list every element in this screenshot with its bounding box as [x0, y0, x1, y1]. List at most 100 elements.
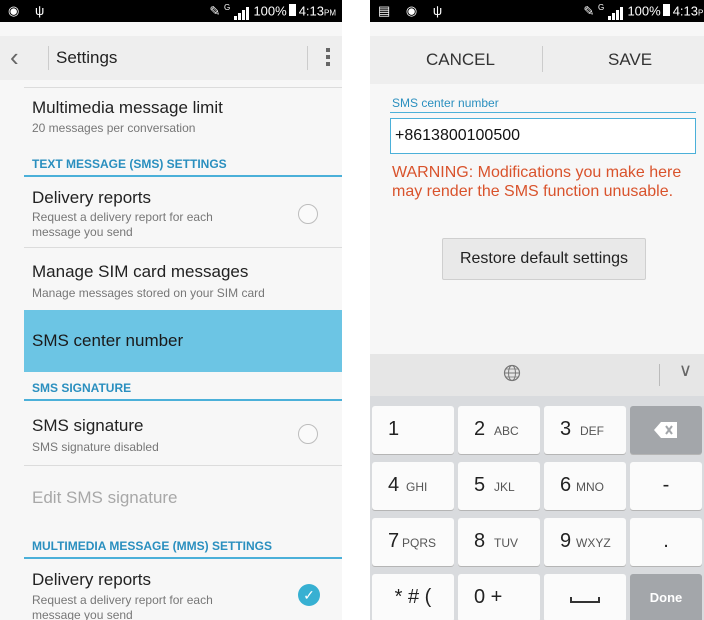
- battery-percent: 100%: [627, 3, 661, 19]
- section-divider: [24, 399, 342, 401]
- back-arrow-icon[interactable]: ‹: [10, 42, 19, 73]
- setting-title: Manage SIM card messages: [32, 262, 249, 281]
- key-1[interactable]: 1: [372, 406, 454, 454]
- field-underline: [390, 112, 696, 113]
- notification-icons: ◉ ψ: [8, 3, 51, 18]
- section-divider: [24, 557, 342, 559]
- key-letters: TUV: [494, 536, 518, 550]
- key-9[interactable]: 9 WXYZ: [544, 518, 626, 566]
- key-number: 2: [474, 418, 486, 440]
- vibrate-icon: ✎: [583, 3, 595, 19]
- signal-icon: [233, 5, 250, 21]
- space-key[interactable]: [544, 574, 626, 620]
- settings-screen: ◉ ψ ✎ G 100% 4:13PM ‹ Settings Multimedia…: [0, 0, 342, 620]
- key-minus[interactable]: -: [630, 462, 702, 510]
- section-header-mms: MULTIMEDIA MESSAGE (MMS) SETTINGS: [32, 539, 272, 553]
- key-number: 9: [560, 530, 572, 552]
- checkmark-icon[interactable]: ✓: [298, 584, 320, 606]
- signal-icon: [607, 5, 624, 21]
- globe-icon[interactable]: [503, 364, 521, 382]
- key-4[interactable]: 4 GHI: [372, 462, 454, 510]
- key-6[interactable]: 6 MNO: [544, 462, 626, 510]
- key-8[interactable]: 8 TUV: [458, 518, 540, 566]
- key-3[interactable]: 3 DEF: [544, 406, 626, 454]
- key-symbols[interactable]: * # (: [372, 574, 454, 620]
- section-header-signature: SMS SIGNATURE: [32, 381, 132, 395]
- setting-title: Delivery reports: [32, 188, 152, 207]
- key-symbol: -: [662, 474, 670, 496]
- key-number: 8: [474, 530, 486, 552]
- vibrate-icon: ✎: [209, 3, 221, 19]
- key-letters: WXYZ: [576, 536, 611, 550]
- key-letters: PQRS: [402, 536, 437, 550]
- battery-icon: [662, 4, 670, 17]
- key-letters: ABC: [494, 424, 519, 438]
- setting-title: Multimedia message limit: [32, 98, 223, 117]
- setting-manage-sim[interactable]: Manage SIM card messages Manage messages…: [0, 248, 342, 308]
- setting-edit-signature: Edit SMS signature: [0, 466, 342, 526]
- key-letters: DEF: [580, 424, 604, 438]
- status-bar: ▤ ◉ ψ ✎ G 100% 4:13PM: [370, 0, 704, 22]
- key-symbol: .: [663, 530, 669, 552]
- divider: [659, 364, 660, 386]
- key-period[interactable]: .: [630, 518, 702, 566]
- key-number: 4: [388, 474, 400, 496]
- setting-sms-center-number[interactable]: SMS center number: [24, 310, 342, 372]
- notification-icons: ▤ ◉ ψ: [378, 3, 449, 18]
- keyboard-toolbar: ∨: [370, 354, 704, 396]
- chevron-down-icon[interactable]: ∨: [679, 360, 692, 381]
- clock-ampm: PM: [324, 8, 336, 18]
- restore-default-button[interactable]: Restore default settings: [442, 238, 646, 280]
- clock-ampm: PM: [698, 8, 704, 18]
- setting-title: SMS center number: [32, 331, 184, 350]
- key-symbol: * # (: [394, 586, 432, 608]
- section-divider: [24, 175, 342, 177]
- setting-delivery-reports[interactable]: Delivery reports Request a delivery repo…: [0, 178, 342, 246]
- key-2[interactable]: 2 ABC: [458, 406, 540, 454]
- status-right: ✎ G 100% 4:13PM: [583, 3, 704, 21]
- clock: 4:13: [672, 3, 698, 19]
- setting-summary: Request a delivery report for each messa…: [32, 593, 213, 620]
- key-7[interactable]: 7 PQRS: [372, 518, 454, 566]
- warning-text: WARNING: Modifications you make here may…: [392, 164, 682, 200]
- sms-center-dialog: ▤ ◉ ψ ✎ G 100% 4:13PM CANCEL SAVE SMS cen…: [370, 0, 704, 620]
- key-number: 6: [560, 474, 572, 496]
- cancel-button[interactable]: CANCEL: [426, 50, 495, 70]
- overflow-menu-icon[interactable]: [324, 46, 332, 70]
- section-header-sms: TEXT MESSAGE (SMS) SETTINGS: [32, 157, 227, 171]
- divider: [307, 46, 308, 70]
- setting-summary: Manage messages stored on your SIM card: [32, 286, 265, 300]
- divider: [542, 46, 543, 72]
- key-number: 0 +: [474, 586, 503, 608]
- key-letters: GHI: [406, 480, 428, 494]
- done-button[interactable]: Done: [630, 574, 702, 620]
- save-button[interactable]: SAVE: [608, 50, 652, 70]
- backspace-key[interactable]: [630, 406, 702, 454]
- key-0[interactable]: 0 +: [458, 574, 540, 620]
- setting-summary: SMS signature disabled: [32, 440, 159, 454]
- battery-percent: 100%: [253, 3, 287, 19]
- setting-mms-limit[interactable]: Multimedia message limit 20 messages per…: [0, 88, 342, 144]
- key-5[interactable]: 5 JKL: [458, 462, 540, 510]
- delivery-reports-checkbox[interactable]: [298, 204, 318, 224]
- field-label: SMS center number: [392, 96, 499, 110]
- divider: [48, 46, 49, 70]
- space-icon: [570, 597, 600, 603]
- key-number: 7: [388, 530, 400, 552]
- sms-signature-checkbox[interactable]: [298, 424, 318, 444]
- setting-sms-signature[interactable]: SMS signature SMS signature disabled: [0, 402, 342, 464]
- backspace-icon: [654, 422, 677, 438]
- key-number: 5: [474, 474, 486, 496]
- page-title: Settings: [56, 48, 118, 67]
- sms-center-number-input[interactable]: +8613800100500: [390, 118, 696, 154]
- key-number: 3: [560, 418, 572, 440]
- app-bar: ‹ Settings: [0, 36, 342, 80]
- action-bar: CANCEL SAVE: [370, 36, 704, 84]
- status-right: ✎ G 100% 4:13PM: [209, 3, 336, 21]
- status-bar: ◉ ψ ✎ G 100% 4:13PM: [0, 0, 342, 22]
- setting-summary: 20 messages per conversation: [32, 121, 196, 135]
- setting-mms-delivery-reports[interactable]: Delivery reports Request a delivery repo…: [0, 560, 342, 620]
- key-number: 1: [388, 418, 400, 440]
- network-type: G: [597, 3, 605, 12]
- setting-title: Delivery reports: [32, 570, 152, 589]
